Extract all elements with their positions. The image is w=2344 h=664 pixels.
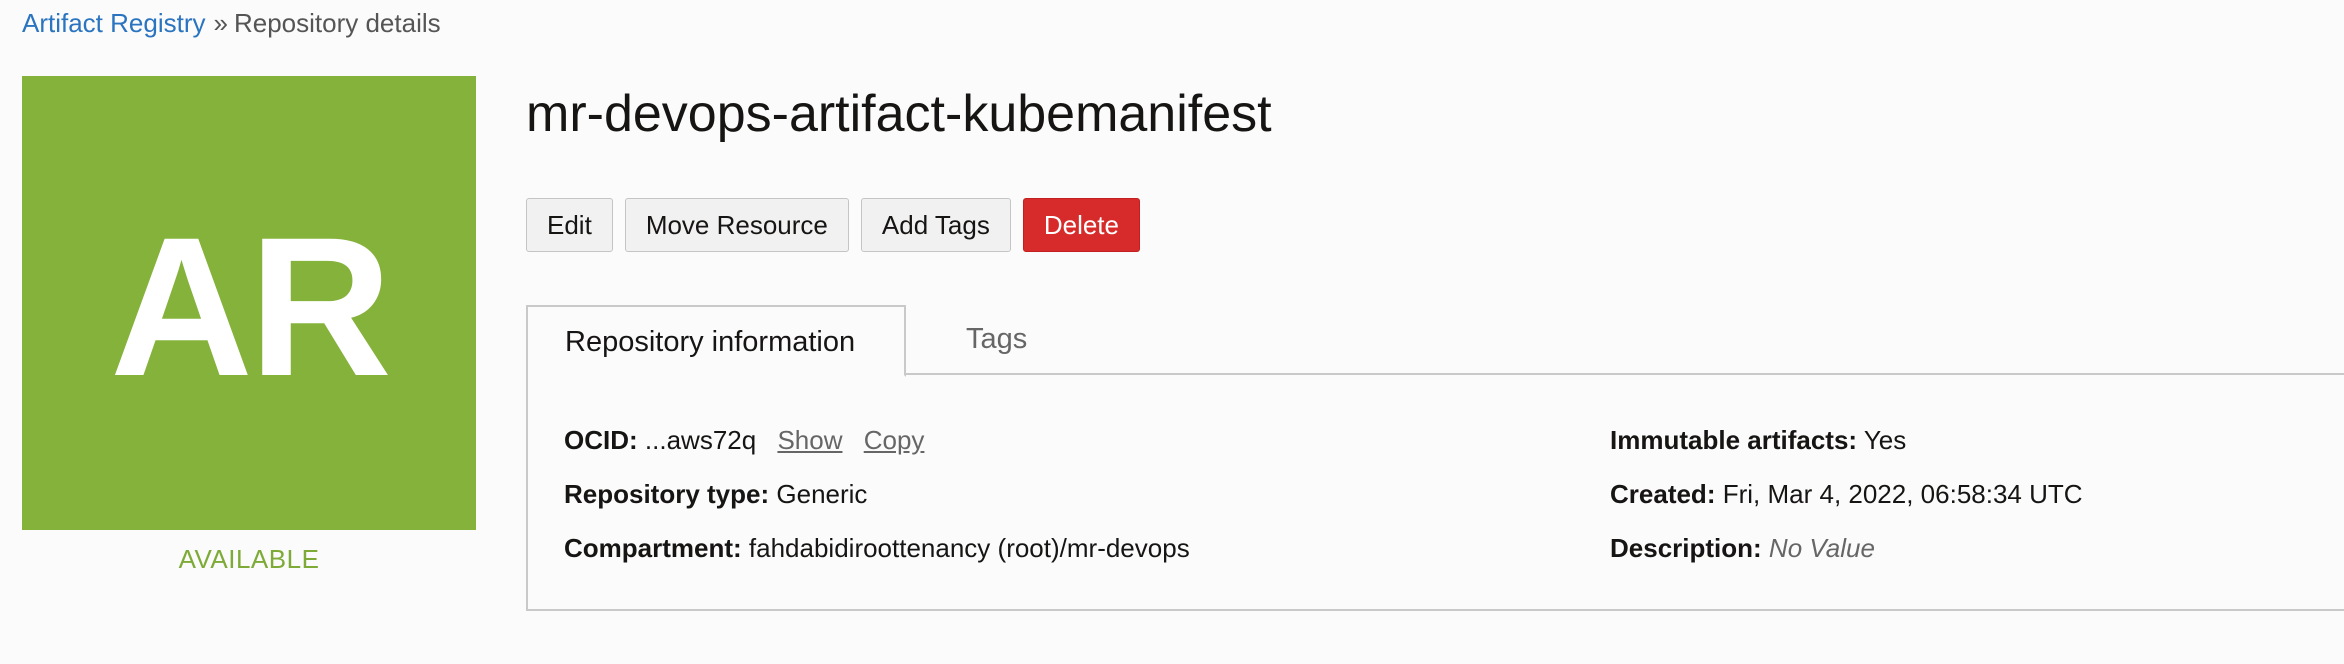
ocid-copy-link[interactable]: Copy (864, 425, 925, 455)
repository-type-label: Repository type: (564, 479, 770, 509)
add-tags-button[interactable]: Add Tags (860, 198, 1011, 252)
description-label: Description: (1610, 533, 1762, 563)
immutable-artifacts-row: Immutable artifacts: Yes (1610, 423, 1906, 457)
avatar-initials: AR (110, 196, 392, 417)
tab-bar: Repository information Tags (526, 305, 2344, 377)
created-value: Fri, Mar 4, 2022, 06:58:34 UTC (1722, 479, 2083, 509)
repository-type-value: Generic (776, 479, 868, 509)
compartment-row: Compartment: fahdabidiroottenancy (root)… (564, 531, 1190, 565)
description-value: No Value (1768, 533, 1875, 563)
immutable-artifacts-label: Immutable artifacts: (1610, 425, 1858, 455)
action-toolbar: Edit Move Resource Add Tags Delete (526, 198, 1140, 252)
repository-info-panel: OCID: ...aws72q Show Copy Repository typ… (526, 373, 2344, 611)
tab-tags[interactable]: Tags (940, 305, 1060, 377)
created-label: Created: (1610, 479, 1716, 509)
breadcrumb-link-artifact-registry[interactable]: Artifact Registry (22, 8, 206, 38)
delete-button[interactable]: Delete (1022, 198, 1140, 252)
ocid-value: ...aws72q (644, 425, 757, 455)
compartment-label: Compartment: (564, 533, 742, 563)
tab-repository-information[interactable]: Repository information (526, 305, 906, 377)
ocid-label: OCID: (564, 425, 638, 455)
page-title: mr-devops-artifact-kubemanifest (526, 85, 1272, 143)
description-row: Description: No Value (1610, 531, 1875, 565)
compartment-value: fahdabidiroottenancy (root)/mr-devops (748, 533, 1190, 563)
move-resource-button[interactable]: Move Resource (624, 198, 849, 252)
breadcrumb-separator: » (213, 8, 228, 38)
status-badge: AVAILABLE (178, 544, 320, 574)
repository-type-row: Repository type: Generic (564, 477, 867, 511)
breadcrumb-current: Repository details (233, 8, 441, 38)
breadcrumb: Artifact Registry» Repository details (22, 6, 441, 40)
ocid-show-link[interactable]: Show (777, 425, 842, 455)
ocid-row: OCID: ...aws72q Show Copy (564, 423, 924, 457)
edit-button[interactable]: Edit (526, 198, 613, 252)
immutable-artifacts-value: Yes (1863, 425, 1907, 455)
repository-avatar: AR (22, 76, 476, 530)
created-row: Created: Fri, Mar 4, 2022, 06:58:34 UTC (1610, 477, 2083, 511)
